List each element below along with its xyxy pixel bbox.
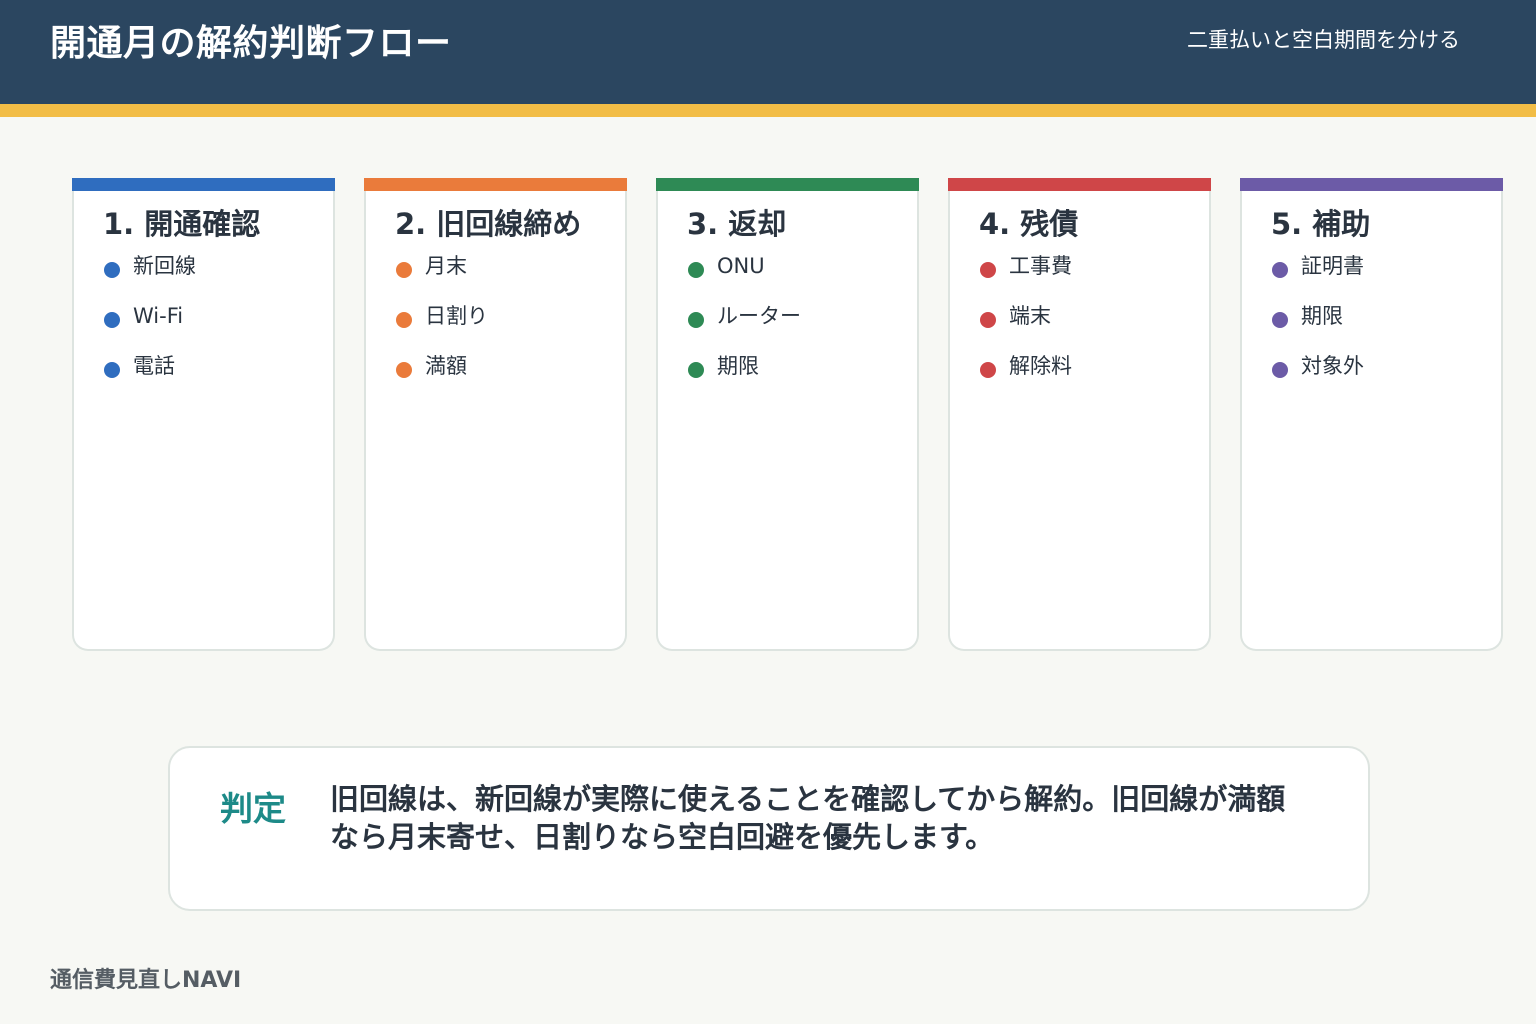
step-card-items: 証明書 期限 対象外 [1271,253,1364,403]
bullet-dot-icon [104,312,120,328]
step-card-1: 1. 開通確認 新回線 Wi-Fi 電話 [72,178,335,651]
step-item-label: 端末 [1009,304,1051,328]
step-item: 証明書 [1271,253,1364,303]
step-card-items: 月末 日割り 満額 [395,253,488,403]
step-item-label: 新回線 [133,254,196,278]
step-item-label: 解除料 [1009,354,1072,378]
step-item-label: 月末 [425,254,467,278]
step-card-4: 4. 残債 工事費 端末 解除料 [948,178,1211,651]
header-subtitle: 二重払いと空白期間を分ける [1187,28,1460,52]
step-item-label: 満額 [425,354,467,378]
step-card-2: 2. 旧回線締め 月末 日割り 満額 [364,178,627,651]
bullet-dot-icon [1272,312,1288,328]
step-item: 日割り [395,303,488,353]
step-card-title: 3. 返却 [687,207,787,241]
bullet-dot-icon [396,262,412,278]
step-item-label: ルーター [717,304,801,328]
step-item-label: 工事費 [1009,254,1072,278]
step-cards: 1. 開通確認 新回線 Wi-Fi 電話 2. 旧回線締め 月末 日割り 満額 … [72,178,1504,651]
bullet-dot-icon [104,262,120,278]
verdict-label: 判定 [220,789,286,828]
step-card-3: 3. 返却 ONU ルーター 期限 [656,178,919,651]
step-card-5: 5. 補助 証明書 期限 対象外 [1240,178,1503,651]
bullet-dot-icon [104,362,120,378]
step-item: Wi-Fi [103,303,196,353]
step-item-label: Wi-Fi [133,304,184,328]
step-item-label: 電話 [133,354,175,378]
step-item-label: 期限 [1301,304,1343,328]
step-card-color-bar [656,178,919,191]
bullet-dot-icon [1272,362,1288,378]
step-item: ルーター [687,303,801,353]
step-item-label: 証明書 [1301,254,1364,278]
brand-footer: 通信費見直しNAVI [50,968,242,993]
bullet-dot-icon [396,312,412,328]
step-card-title: 2. 旧回線締め [395,207,582,241]
step-card-color-bar [948,178,1211,191]
step-item: 月末 [395,253,488,303]
step-item: 工事費 [979,253,1072,303]
bullet-dot-icon [1272,262,1288,278]
header-accent-stripe [0,104,1536,117]
bullet-dot-icon [980,262,996,278]
step-item: 満額 [395,353,488,403]
page-title: 開通月の解約判断フロー [50,23,452,64]
step-card-color-bar [1240,178,1503,191]
bullet-dot-icon [688,362,704,378]
step-item: 期限 [687,353,801,403]
step-item: 解除料 [979,353,1072,403]
step-card-items: 工事費 端末 解除料 [979,253,1072,403]
bullet-dot-icon [980,362,996,378]
verdict-box: 判定 旧回線は、新回線が実際に使えることを確認してから解約。旧回線が満額なら月末… [168,746,1370,911]
step-item-label: 日割り [425,304,488,328]
step-card-title: 5. 補助 [1271,207,1371,241]
verdict-text: 旧回線は、新回線が実際に使えることを確認してから解約。旧回線が満額なら月末寄せ、… [330,782,1286,854]
step-item-label: 対象外 [1301,354,1364,378]
bullet-dot-icon [688,312,704,328]
step-item: 端末 [979,303,1072,353]
step-card-items: 新回線 Wi-Fi 電話 [103,253,196,403]
bullet-dot-icon [980,312,996,328]
step-item: 対象外 [1271,353,1364,403]
step-item: 電話 [103,353,196,403]
step-card-color-bar [364,178,627,191]
step-item: ONU [687,253,801,303]
step-card-items: ONU ルーター 期限 [687,253,801,403]
step-item: 新回線 [103,253,196,303]
step-card-title: 1. 開通確認 [103,207,261,241]
bullet-dot-icon [688,262,704,278]
step-item-label: ONU [717,254,765,278]
bullet-dot-icon [396,362,412,378]
step-item: 期限 [1271,303,1364,353]
step-card-color-bar [72,178,335,191]
step-item-label: 期限 [717,354,759,378]
step-card-title: 4. 残債 [979,207,1079,241]
